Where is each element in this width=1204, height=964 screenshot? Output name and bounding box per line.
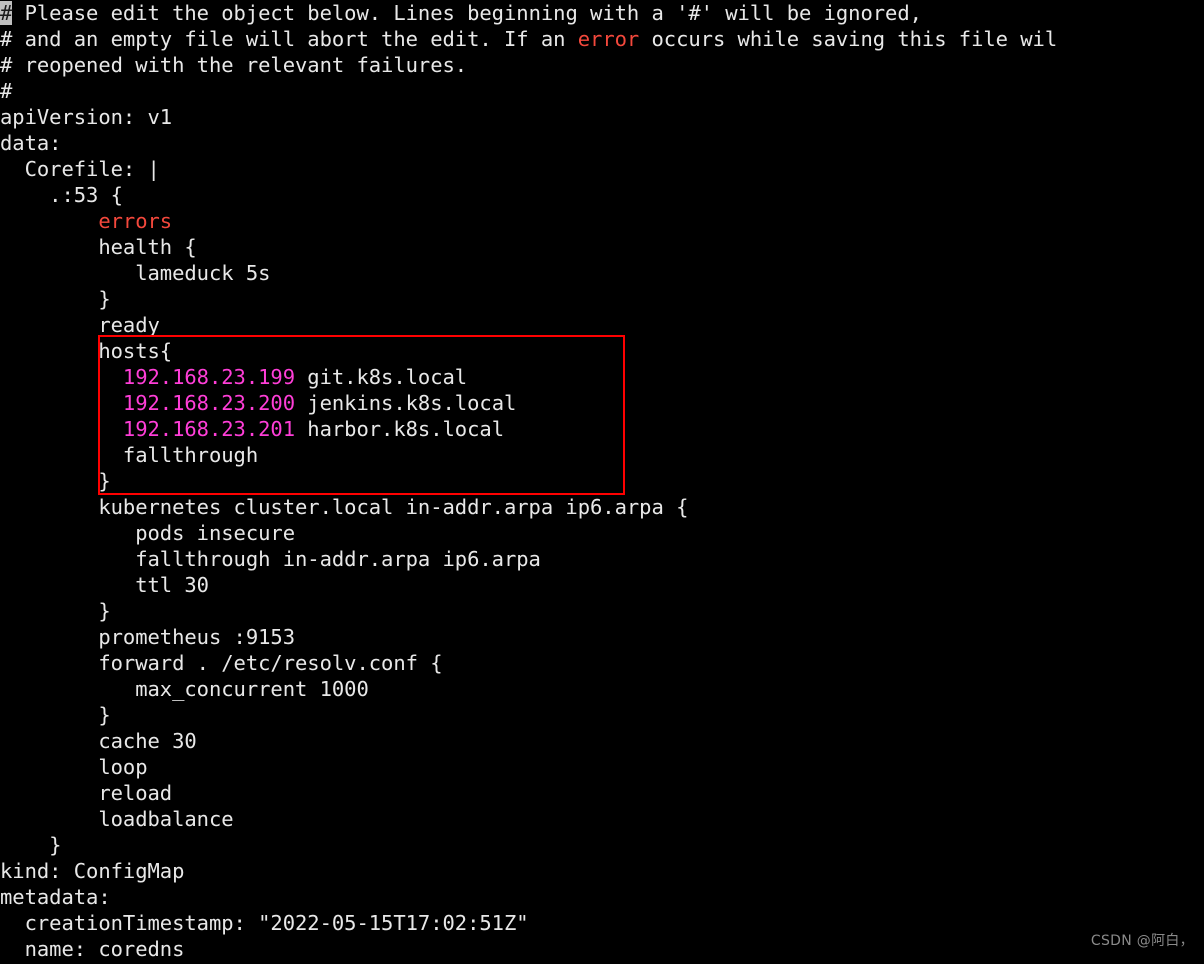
code-text: # reopened with the relevant failures. [0, 53, 468, 77]
code-text: occurs while saving this file wil [639, 27, 1058, 51]
code-text: name: coredns [0, 937, 185, 961]
code-text: health { [0, 235, 197, 259]
code-text: hosts{ [0, 339, 173, 363]
code-text: prometheus :9153 [0, 625, 296, 649]
code-line: 192.168.23.199 git.k8s.local [0, 364, 1204, 390]
code-line: data: [0, 130, 1204, 156]
terminal-window[interactable]: # Please edit the object below. Lines be… [0, 0, 1204, 964]
code-text: # [0, 79, 13, 103]
ip-address-token: 192.168.23.199 [122, 365, 296, 389]
code-text: apiVersion: v1 [0, 105, 173, 129]
code-line: .:53 { [0, 182, 1204, 208]
code-line: ttl 30 [0, 572, 1204, 598]
code-line: metadata: [0, 884, 1204, 910]
code-line: # and an empty file will abort the edit.… [0, 26, 1204, 52]
code-line: cache 30 [0, 728, 1204, 754]
code-line: loadbalance [0, 806, 1204, 832]
code-text: creationTimestamp: "2022-05-15T17:02:51Z… [0, 911, 529, 935]
code-line: 192.168.23.201 harbor.k8s.local [0, 416, 1204, 442]
text-cursor: # [0, 1, 13, 25]
code-line: kubernetes cluster.local in-addr.arpa ip… [0, 494, 1204, 520]
code-text: kubernetes cluster.local in-addr.arpa ip… [0, 495, 689, 519]
code-text: lameduck 5s [0, 261, 271, 285]
code-line: # Please edit the object below. Lines be… [0, 0, 1204, 26]
code-text: pods insecure [0, 521, 296, 545]
code-line: prometheus :9153 [0, 624, 1204, 650]
code-text: jenkins.k8s.local [295, 391, 517, 415]
code-line: lameduck 5s [0, 260, 1204, 286]
code-line: } [0, 832, 1204, 858]
code-line: } [0, 468, 1204, 494]
code-text: forward . /etc/resolv.conf { [0, 651, 443, 675]
code-line: } [0, 286, 1204, 312]
code-line: } [0, 598, 1204, 624]
code-line: pods insecure [0, 520, 1204, 546]
code-line: hosts{ [0, 338, 1204, 364]
code-line: kind: ConfigMap [0, 858, 1204, 884]
code-text: fallthrough [0, 443, 259, 467]
code-line: } [0, 702, 1204, 728]
code-line: # reopened with the relevant failures. [0, 52, 1204, 78]
code-line: errors [0, 208, 1204, 234]
code-line: max_concurrent 1000 [0, 676, 1204, 702]
code-text: data: [0, 131, 62, 155]
code-line: loop [0, 754, 1204, 780]
code-text: max_concurrent 1000 [0, 677, 369, 701]
code-line: 192.168.23.200 jenkins.k8s.local [0, 390, 1204, 416]
code-text: } [0, 703, 111, 727]
code-line: fallthrough in-addr.arpa ip6.arpa [0, 546, 1204, 572]
code-text: loadbalance [0, 807, 234, 831]
code-text: metadata: [0, 885, 111, 909]
code-line: name: coredns [0, 936, 1204, 962]
code-text: } [0, 599, 111, 623]
error-token: error [577, 27, 640, 51]
ip-address-token: 192.168.23.200 [122, 391, 296, 415]
code-line: ready [0, 312, 1204, 338]
code-text: Please edit the object below. Lines begi… [12, 1, 922, 25]
code-text: } [0, 469, 111, 493]
error-token: errors [98, 209, 173, 233]
code-text: cache 30 [0, 729, 197, 753]
code-line: forward . /etc/resolv.conf { [0, 650, 1204, 676]
code-line: health { [0, 234, 1204, 260]
code-line: fallthrough [0, 442, 1204, 468]
code-line: reload [0, 780, 1204, 806]
code-text: git.k8s.local [295, 365, 468, 389]
code-text: Corefile: | [0, 157, 160, 181]
code-line: # [0, 78, 1204, 104]
code-text: fallthrough in-addr.arpa ip6.arpa [0, 547, 541, 571]
watermark-label: CSDN @阿白， [1090, 933, 1194, 949]
code-text: } [0, 833, 62, 857]
code-text: loop [0, 755, 148, 779]
code-text: } [0, 287, 111, 311]
code-line: creationTimestamp: "2022-05-15T17:02:51Z… [0, 910, 1204, 936]
code-text: ready [0, 313, 160, 337]
code-text: reload [0, 781, 173, 805]
ip-address-token: 192.168.23.201 [122, 417, 296, 441]
code-text: harbor.k8s.local [295, 417, 504, 441]
config-file-text[interactable]: # Please edit the object below. Lines be… [0, 0, 1204, 962]
code-text: kind: ConfigMap [0, 859, 185, 883]
code-line: Corefile: | [0, 156, 1204, 182]
code-text: .:53 { [0, 183, 123, 207]
code-text: # and an empty file will abort the edit.… [0, 27, 578, 51]
code-line: apiVersion: v1 [0, 104, 1204, 130]
code-text: ttl 30 [0, 573, 209, 597]
